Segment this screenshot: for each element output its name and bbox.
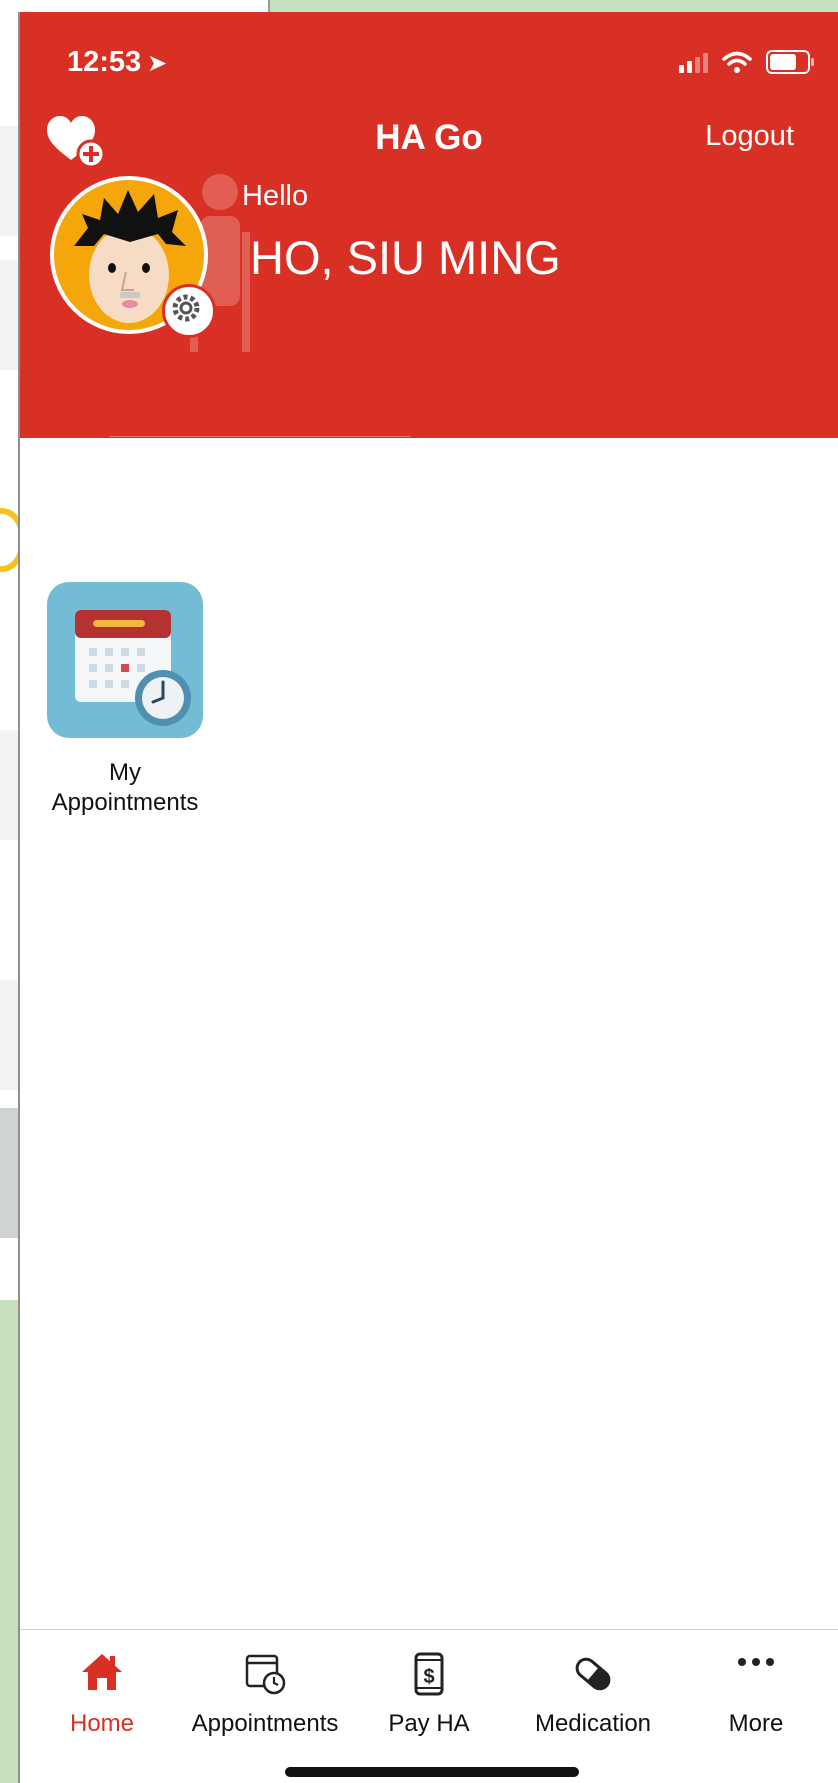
background-row bbox=[0, 730, 20, 840]
tab-appointments[interactable]: Appointments bbox=[183, 1630, 347, 1750]
phone-dollar-icon: $ bbox=[414, 1652, 444, 1696]
background-row bbox=[0, 260, 20, 370]
home-indicator[interactable] bbox=[285, 1767, 579, 1777]
tab-home[interactable]: Home bbox=[20, 1630, 184, 1750]
battery-icon bbox=[766, 50, 814, 74]
logout-button[interactable]: Logout bbox=[705, 120, 794, 153]
status-bar-time: 12:53 ➤ bbox=[67, 46, 167, 79]
home-icon bbox=[82, 1654, 122, 1690]
calendar-clock-icon bbox=[75, 610, 191, 726]
location-arrow-icon: ➤ bbox=[147, 50, 168, 77]
background-row bbox=[0, 126, 20, 236]
header-divider bbox=[110, 436, 410, 437]
tile-label: My Appointments bbox=[40, 758, 210, 818]
svg-text:$: $ bbox=[423, 1666, 434, 1688]
status-time-text: 12:53 bbox=[67, 46, 142, 78]
more-dots-icon bbox=[738, 1658, 774, 1666]
tab-label: Home bbox=[69, 1710, 135, 1737]
tab-label: More bbox=[728, 1710, 784, 1737]
tab-pay-ha[interactable]: $ Pay HA bbox=[347, 1630, 511, 1750]
status-icons bbox=[679, 50, 814, 74]
settings-gear-icon bbox=[162, 284, 216, 338]
calendar-clock-icon bbox=[245, 1654, 286, 1695]
bottom-tab-bar: Home Appointments $ Pay HA Medication Mo… bbox=[20, 1629, 838, 1783]
user-name: HO, SIU MING bbox=[250, 231, 561, 284]
ha-go-app: 12:53 ➤ HA Go Logout Hello HO, SIU MING … bbox=[20, 12, 838, 1783]
signal-icon bbox=[679, 51, 708, 73]
tile-icon-container bbox=[47, 582, 203, 738]
tile-label-text: My Appointments bbox=[51, 759, 199, 816]
tab-more[interactable]: More bbox=[674, 1630, 838, 1750]
background-row bbox=[0, 980, 20, 1090]
tab-medication[interactable]: Medication bbox=[511, 1630, 675, 1750]
tab-label: Appointments bbox=[191, 1710, 339, 1737]
wifi-icon bbox=[722, 51, 752, 73]
pill-icon bbox=[575, 1657, 611, 1691]
tile-my-appointments[interactable]: My Appointments bbox=[40, 582, 210, 818]
background-bar bbox=[0, 1108, 20, 1238]
profile-avatar-button[interactable] bbox=[50, 176, 216, 342]
greeting: Hello bbox=[242, 180, 309, 212]
tab-label: Medication bbox=[534, 1710, 652, 1737]
header: 12:53 ➤ HA Go Logout Hello HO, SIU MING bbox=[20, 12, 838, 438]
tab-label: Pay HA bbox=[388, 1710, 470, 1737]
